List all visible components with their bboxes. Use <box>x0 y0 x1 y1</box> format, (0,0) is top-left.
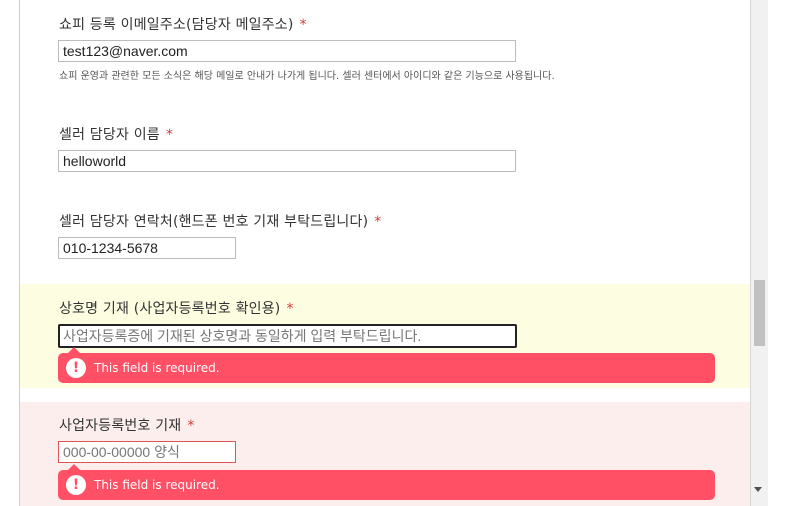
email-hint: 쇼피 운영과 관련한 모든 소식은 해당 메일로 안내가 나가게 됩니다. 셀러… <box>59 71 555 82</box>
company-name-label: 상호명 기재 (사업자등록번호 확인용) * <box>59 301 294 317</box>
seller-phone-label: 셀러 담당자 연락처(핸드폰 번호 기재 부탁드립니다) * <box>59 214 382 230</box>
company-name-input[interactable] <box>58 324 517 348</box>
required-mark: * <box>299 17 307 33</box>
required-mark: * <box>286 301 294 317</box>
seller-name-label: 셀러 담당자 이름 * <box>59 127 174 143</box>
application-form: 쇼피 등록 이메일주소(담당자 메일주소)* 쇼피 운영과 관련한 모든 소식은… <box>20 0 750 506</box>
error-pointer <box>68 347 80 353</box>
required-mark: * <box>165 127 174 143</box>
email-input[interactable] <box>58 40 516 62</box>
email-label: 쇼피 등록 이메일주소(담당자 메일주소) * <box>59 17 307 33</box>
business-number-section: 사업자등록번호 기재* ! This field is required. <box>20 402 750 506</box>
error-pointer <box>68 464 80 470</box>
business-number-error: ! This field is required. <box>58 464 715 500</box>
required-mark: * <box>187 418 195 434</box>
error-message: This field is required. <box>94 361 220 375</box>
exclamation-icon: ! <box>66 475 86 495</box>
company-name-section: 상호명 기재 (사업자등록번호 확인용)* ! This field is re… <box>20 284 750 388</box>
vertical-scrollbar[interactable] <box>751 0 768 506</box>
window-edge <box>768 0 788 506</box>
scrollbar-thumb[interactable] <box>754 280 765 346</box>
error-message: This field is required. <box>94 478 220 492</box>
company-name-error: ! This field is required. <box>58 347 715 383</box>
seller-phone-input[interactable] <box>58 237 236 259</box>
business-number-input[interactable] <box>58 441 236 463</box>
business-number-label: 사업자등록번호 기재 * <box>59 418 195 434</box>
chevron-down-icon[interactable] <box>754 487 762 492</box>
required-mark: * <box>374 214 382 230</box>
seller-name-input[interactable] <box>58 150 516 172</box>
exclamation-icon: ! <box>66 358 86 378</box>
